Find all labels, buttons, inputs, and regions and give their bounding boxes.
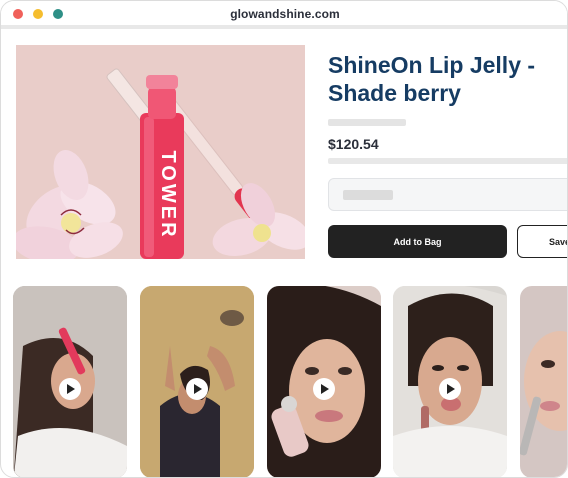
play-icon[interactable]: [313, 378, 335, 400]
add-to-bag-button[interactable]: Add to Bag: [328, 225, 507, 258]
browser-toolbar: glowandshine.com: [1, 1, 567, 29]
play-icon[interactable]: [59, 378, 81, 400]
product-title: ShineOn Lip Jelly - Shade berry: [328, 51, 567, 107]
product-title-line-1: ShineOn Lip Jelly -: [328, 52, 536, 78]
shade-select[interactable]: [328, 178, 567, 211]
loading-placeholder: [328, 119, 406, 126]
play-icon[interactable]: [186, 378, 208, 400]
video-thumbnail-5[interactable]: [520, 286, 567, 477]
product-image: TOWER: [16, 45, 305, 259]
browser-window: glowandshine.com TOWER ShineOn Lip Jelly…: [0, 0, 568, 478]
save-button[interactable]: Save: [517, 225, 567, 258]
video-thumbnail-4[interactable]: [393, 286, 507, 477]
product-title-line-2: Shade berry: [328, 80, 461, 106]
address-bar-url[interactable]: glowandshine.com: [1, 7, 567, 21]
select-placeholder: [343, 190, 393, 200]
play-icon[interactable]: [439, 378, 461, 400]
video-thumbnail-3[interactable]: [267, 286, 381, 477]
tube-brand-text: TOWER: [157, 150, 179, 239]
video-thumbnail-2[interactable]: [140, 286, 254, 477]
product-price: $120.54: [328, 136, 379, 152]
video-thumbnail-1[interactable]: [13, 286, 127, 477]
loading-placeholder: [328, 158, 567, 164]
